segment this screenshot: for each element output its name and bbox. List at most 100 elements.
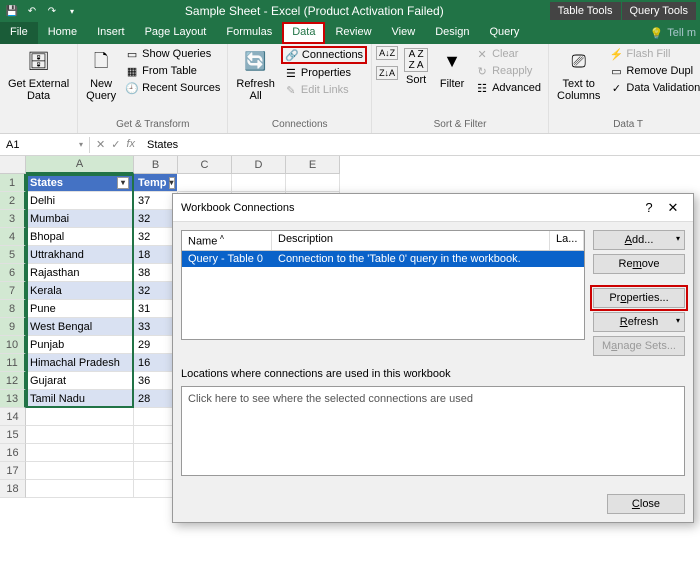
row-header[interactable]: 8: [0, 300, 26, 318]
filter-button[interactable]: ▼ Filter: [434, 46, 470, 92]
fx-icon[interactable]: fx: [126, 138, 135, 151]
cell[interactable]: [26, 426, 134, 444]
row-header[interactable]: 3: [0, 210, 26, 228]
cell[interactable]: Himachal Pradesh: [26, 354, 134, 372]
properties-button[interactable]: Properties...: [593, 288, 685, 308]
col-name[interactable]: Name ˄: [182, 231, 272, 250]
connections-list[interactable]: Name ˄ Description La... Query - Table 0…: [181, 230, 585, 340]
tab-query[interactable]: Query: [479, 22, 529, 44]
row-header[interactable]: 17: [0, 462, 26, 480]
row-header[interactable]: 5: [0, 246, 26, 264]
cancel-formula-icon[interactable]: ✕: [96, 138, 105, 151]
col-description[interactable]: Description: [272, 231, 550, 250]
cell[interactable]: [26, 444, 134, 462]
cell[interactable]: Punjab: [26, 336, 134, 354]
advanced-button[interactable]: ☷Advanced: [472, 80, 544, 96]
row-header[interactable]: 7: [0, 282, 26, 300]
cell[interactable]: Delhi: [26, 192, 134, 210]
text-to-columns-button[interactable]: ⎚ Text to Columns: [553, 46, 604, 104]
column-header[interactable]: D: [232, 156, 286, 174]
cell[interactable]: Bhopal: [26, 228, 134, 246]
row-header[interactable]: 16: [0, 444, 26, 462]
save-icon[interactable]: 💾: [4, 3, 20, 19]
cell[interactable]: Rajasthan: [26, 264, 134, 282]
cell[interactable]: [178, 174, 232, 192]
col-last[interactable]: La...: [550, 231, 584, 250]
row-header[interactable]: 18: [0, 480, 26, 498]
locations-box[interactable]: Click here to see where the selected con…: [181, 386, 685, 476]
get-external-data-button[interactable]: 🗄 Get External Data: [4, 46, 73, 104]
cell[interactable]: [26, 408, 134, 426]
tab-data[interactable]: Data: [282, 22, 325, 44]
column-header[interactable]: E: [286, 156, 340, 174]
qat-customize-icon[interactable]: ▾: [64, 3, 80, 19]
tab-home[interactable]: Home: [38, 22, 87, 44]
column-header[interactable]: A: [26, 156, 134, 174]
cell[interactable]: [26, 480, 134, 498]
row-header[interactable]: 4: [0, 228, 26, 246]
cell[interactable]: Tamil Nadu: [26, 390, 134, 408]
cell[interactable]: Gujarat: [26, 372, 134, 390]
row-header[interactable]: 15: [0, 426, 26, 444]
column-header[interactable]: B: [134, 156, 178, 174]
remove-duplicates-button[interactable]: ▭Remove Dupl: [606, 63, 700, 79]
row-header[interactable]: 1: [0, 174, 26, 192]
show-queries-button[interactable]: ▭Show Queries: [122, 46, 223, 62]
row-header[interactable]: 6: [0, 264, 26, 282]
formula-input[interactable]: States: [141, 137, 700, 153]
tab-formulas[interactable]: Formulas: [216, 22, 282, 44]
from-table-button[interactable]: ▦From Table: [122, 63, 223, 79]
cell[interactable]: Pune: [26, 300, 134, 318]
cell[interactable]: Kerala: [26, 282, 134, 300]
reapply-button[interactable]: ↻Reapply: [472, 63, 544, 79]
select-all-corner[interactable]: [0, 156, 26, 174]
refresh-all-button[interactable]: 🔄 Refresh All: [232, 46, 279, 104]
refresh-button[interactable]: Refresh▾: [593, 312, 685, 332]
clear-button[interactable]: ✕Clear: [472, 46, 544, 62]
row-header[interactable]: 2: [0, 192, 26, 210]
tab-review[interactable]: Review: [325, 22, 381, 44]
dialog-help-button[interactable]: ?: [637, 200, 661, 215]
redo-icon[interactable]: ↷: [44, 3, 60, 19]
column-header[interactable]: C: [178, 156, 232, 174]
tab-design[interactable]: Design: [425, 22, 479, 44]
cell[interactable]: [232, 174, 286, 192]
sort-button[interactable]: A ZZ A Sort: [400, 46, 432, 88]
filter-dropdown-icon[interactable]: ▾: [117, 177, 129, 189]
properties-button[interactable]: ☰Properties: [281, 65, 367, 81]
cell[interactable]: [286, 174, 340, 192]
cell[interactable]: Uttrakhand: [26, 246, 134, 264]
row-header[interactable]: 9: [0, 318, 26, 336]
tab-insert[interactable]: Insert: [87, 22, 135, 44]
cell[interactable]: States▾: [26, 174, 134, 192]
cell[interactable]: West Bengal: [26, 318, 134, 336]
row-header[interactable]: 14: [0, 408, 26, 426]
connections-button[interactable]: 🔗Connections: [281, 46, 367, 64]
tab-view[interactable]: View: [382, 22, 426, 44]
dialog-close-icon[interactable]: ✕: [661, 200, 685, 216]
name-box[interactable]: A1 ▾: [0, 137, 90, 153]
tell-me[interactable]: 💡 Tell m: [650, 22, 700, 44]
cell[interactable]: [26, 462, 134, 480]
close-button[interactable]: Close: [607, 494, 685, 514]
row-header[interactable]: 11: [0, 354, 26, 372]
filter-dropdown-icon[interactable]: ▾: [169, 177, 175, 189]
cell[interactable]: Temp▾: [134, 174, 178, 192]
enter-formula-icon[interactable]: ✓: [111, 138, 120, 151]
tab-page-layout[interactable]: Page Layout: [135, 22, 217, 44]
cell[interactable]: Mumbai: [26, 210, 134, 228]
add-button[interactable]: Add...▾: [593, 230, 685, 250]
connection-row[interactable]: Query - Table 0 Connection to the 'Table…: [182, 251, 584, 267]
tab-file[interactable]: File: [0, 22, 38, 44]
row-header[interactable]: 10: [0, 336, 26, 354]
data-validation-button[interactable]: ✓Data Validation: [606, 80, 700, 96]
recent-sources-button[interactable]: 🕘Recent Sources: [122, 80, 223, 96]
undo-icon[interactable]: ↶: [24, 3, 40, 19]
new-query-button[interactable]: 🗋 New Query: [82, 46, 120, 104]
row-header[interactable]: 13: [0, 390, 26, 408]
edit-links-button[interactable]: ✎Edit Links: [281, 82, 367, 98]
sort-asc-icon[interactable]: A↓Z: [376, 46, 398, 60]
flash-fill-button[interactable]: ⚡Flash Fill: [606, 46, 700, 62]
sort-desc-icon[interactable]: Z↓A: [376, 66, 398, 80]
remove-button[interactable]: Remove: [593, 254, 685, 274]
